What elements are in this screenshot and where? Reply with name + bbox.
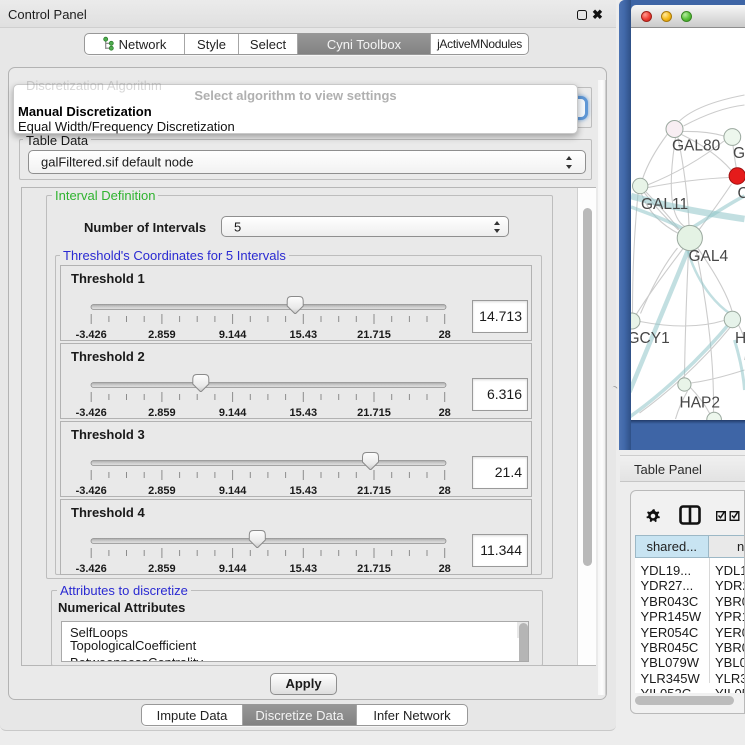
svg-text:21.715: 21.715 xyxy=(357,563,391,575)
svg-text:21.715: 21.715 xyxy=(357,485,391,497)
svg-text:15.43: 15.43 xyxy=(290,407,318,419)
svg-text:28: 28 xyxy=(439,563,451,575)
svg-text:28: 28 xyxy=(439,329,451,341)
svg-text:15.43: 15.43 xyxy=(290,563,318,575)
svg-text:-3.426: -3.426 xyxy=(76,407,107,419)
svg-text:H: H xyxy=(735,330,745,347)
svg-text:C: C xyxy=(738,185,745,202)
svg-text:2.859: 2.859 xyxy=(148,407,176,419)
svg-text:28: 28 xyxy=(439,407,451,419)
svg-text:9.144: 9.144 xyxy=(219,407,247,419)
svg-text:GAL4: GAL4 xyxy=(689,248,729,265)
svg-text:21.715: 21.715 xyxy=(357,407,391,419)
svg-text:GAL80: GAL80 xyxy=(672,138,721,155)
svg-text:9.144: 9.144 xyxy=(219,563,247,575)
svg-text:GCY1: GCY1 xyxy=(631,330,670,347)
svg-text:GAL11: GAL11 xyxy=(641,196,688,213)
svg-text:GA: GA xyxy=(733,145,745,162)
svg-text:-3.426: -3.426 xyxy=(76,329,107,341)
svg-text:21.715: 21.715 xyxy=(357,329,391,341)
svg-text:-3.426: -3.426 xyxy=(76,563,107,575)
svg-text:2.859: 2.859 xyxy=(148,563,176,575)
svg-text:15.43: 15.43 xyxy=(290,485,318,497)
svg-text:2.859: 2.859 xyxy=(148,485,176,497)
svg-text:15.43: 15.43 xyxy=(290,329,318,341)
svg-text:-3.426: -3.426 xyxy=(76,485,107,497)
svg-text:28: 28 xyxy=(439,485,451,497)
svg-text:9.144: 9.144 xyxy=(219,329,247,341)
svg-text:2.859: 2.859 xyxy=(148,329,176,341)
svg-text:HAP2: HAP2 xyxy=(680,395,721,412)
svg-text:9.144: 9.144 xyxy=(219,485,247,497)
